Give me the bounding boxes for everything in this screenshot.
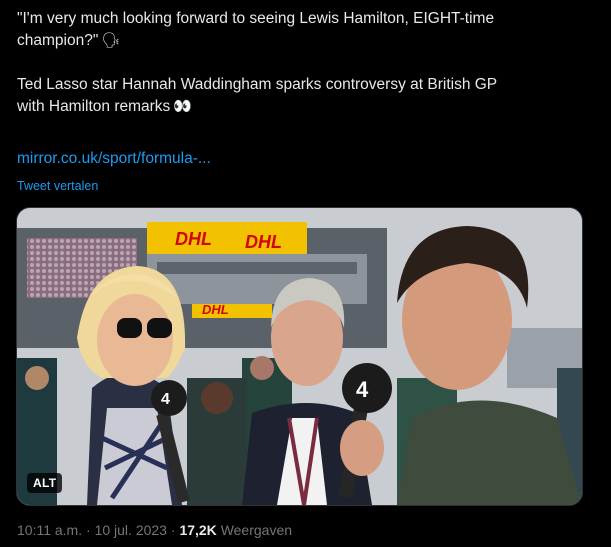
meta-separator: · [86,522,91,538]
tweet-line-1: "I'm very much looking forward to seeing… [17,10,495,27]
paddock-scene-image: DHL DHL DHL 4 4 [17,208,582,505]
tweet-line-2-text: champion?" [17,32,99,49]
tweet-text: "I'm very much looking forward to seeing… [17,8,597,118]
tweet-line-3: Ted Lasso star Hannah Waddingham sparks … [17,76,498,93]
tweet-line-4-text: with Hamilton remarks [17,98,171,115]
tweet-time[interactable]: 10:11 a.m. [17,522,82,538]
tweet-line-2: champion?" 🗣 [17,30,597,52]
eyes-icon: 👀 [173,98,192,115]
tweet-meta: 10:11 a.m. · 10 jul. 2023 · 17,2K Weerga… [17,522,292,538]
dhl-banner-text-2: DHL [245,232,282,252]
translate-tweet-link[interactable]: Tweet vertalen [17,179,98,193]
tweet-date[interactable]: 10 jul. 2023 [95,522,167,538]
dhl-banner-text-1: DHL [175,229,212,249]
tweet-image[interactable]: DHL DHL DHL 4 4 ALT [16,207,583,506]
speaking-head-icon: 🗣 [101,32,121,49]
alt-text-badge[interactable]: ALT [27,473,63,493]
views-label: Weergaven [220,522,293,538]
dhl-banner-text-3: DHL [202,302,229,317]
article-link[interactable]: mirror.co.uk/sport/formula-... [17,150,211,168]
views-count: 17,2K [179,522,217,538]
meta-separator-2: · [170,522,176,538]
tweet-line-4: with Hamilton remarks 👀 [17,96,597,118]
svg-text:4: 4 [356,377,369,402]
svg-text:4: 4 [161,391,170,408]
